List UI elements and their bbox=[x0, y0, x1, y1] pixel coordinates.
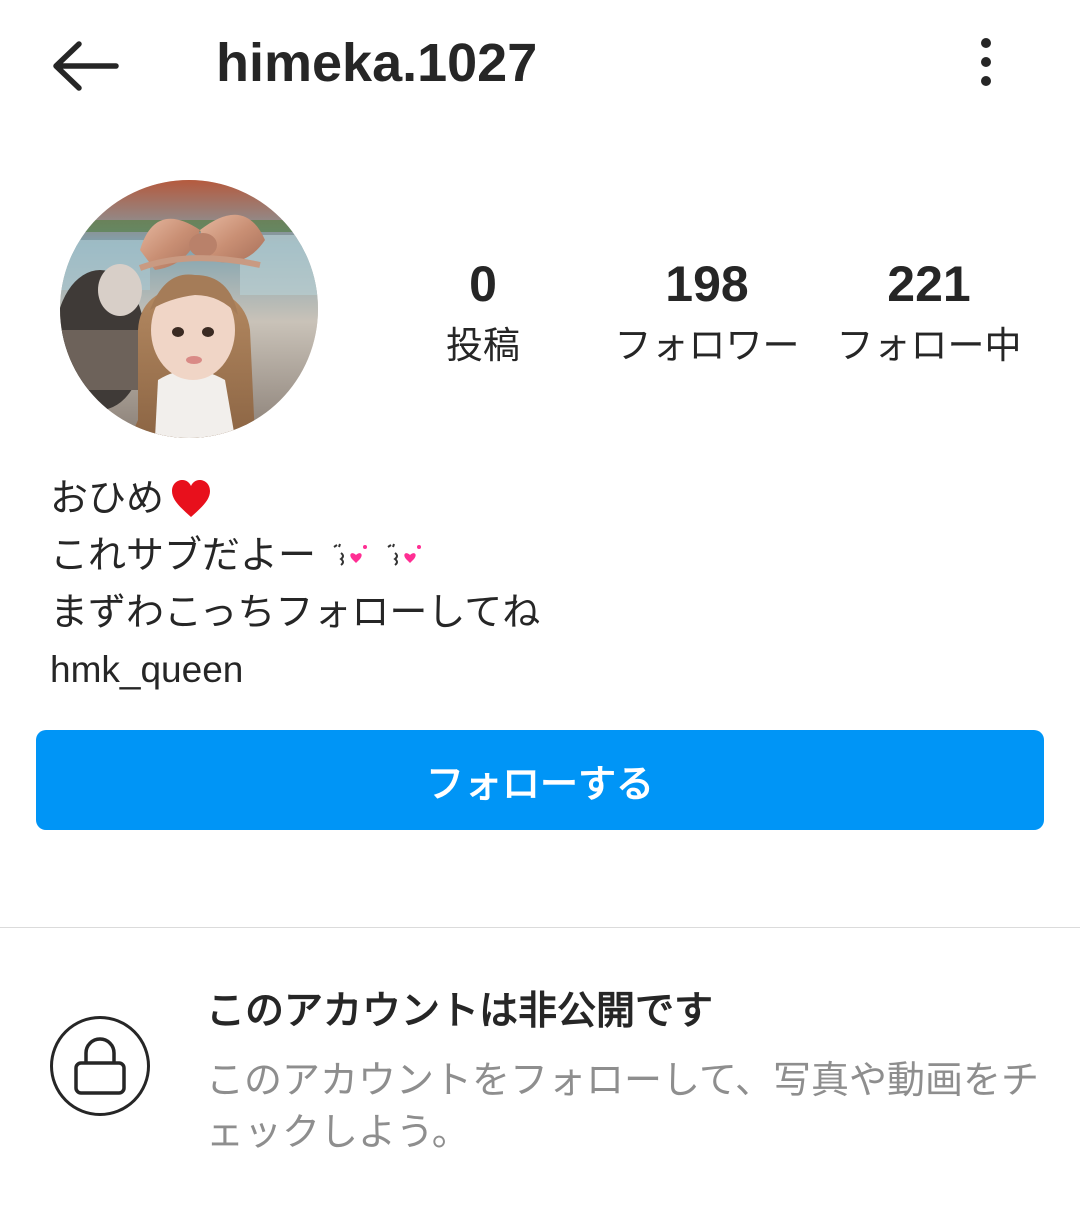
profile-username: himeka.1027 bbox=[216, 33, 538, 93]
following-label: フォロー中 bbox=[836, 324, 1022, 367]
follow-button[interactable]: フォローする bbox=[36, 730, 1044, 830]
posts-stat: 0 投稿 bbox=[368, 250, 598, 374]
bio-line-1: おひめ bbox=[50, 470, 1050, 527]
private-account-title: このアカウントは非公開です bbox=[206, 989, 714, 1034]
kissing-face-icon bbox=[333, 543, 368, 566]
top-bar: himeka.1027 bbox=[0, 0, 1080, 130]
back-button[interactable] bbox=[44, 30, 124, 102]
following-stat[interactable]: 221 フォロー中 bbox=[814, 250, 1044, 374]
lock-icon bbox=[74, 1037, 126, 1095]
posts-label: 投稿 bbox=[446, 324, 520, 367]
profile-avatar[interactable] bbox=[60, 180, 318, 438]
divider bbox=[0, 927, 1080, 928]
following-count: 221 bbox=[887, 256, 971, 312]
private-account-description: このアカウントをフォローして、写真や動画をチェックしよう。 bbox=[206, 1058, 1039, 1154]
bio-mention-link[interactable]: hmk_queen bbox=[50, 641, 1050, 698]
posts-count: 0 bbox=[469, 256, 497, 312]
kissing-face-icon bbox=[387, 543, 422, 566]
bio-line-3: まずわこっちフォローしてね bbox=[50, 584, 1050, 641]
more-vertical-icon bbox=[981, 38, 991, 86]
arrow-left-icon bbox=[53, 41, 119, 91]
bio-line-2-text: これサブだよー bbox=[50, 533, 317, 577]
profile-bio: おひめ これサブだよー まずわこっちフォローしてね hmk_queen bbox=[50, 470, 1050, 698]
more-options-button[interactable] bbox=[956, 30, 1016, 94]
lock-badge bbox=[50, 1016, 150, 1116]
profile-photo bbox=[60, 180, 318, 438]
followers-label: フォロワー bbox=[614, 324, 800, 367]
bio-line-2: これサブだよー bbox=[50, 527, 1050, 584]
bio-line-1-text: おひめ bbox=[50, 476, 165, 520]
followers-stat[interactable]: 198 フォロワー bbox=[592, 250, 822, 374]
red-heart-icon bbox=[172, 479, 211, 517]
bio-line-3-text: まずわこっちフォローしてね bbox=[50, 590, 541, 634]
followers-count: 198 bbox=[665, 256, 749, 312]
